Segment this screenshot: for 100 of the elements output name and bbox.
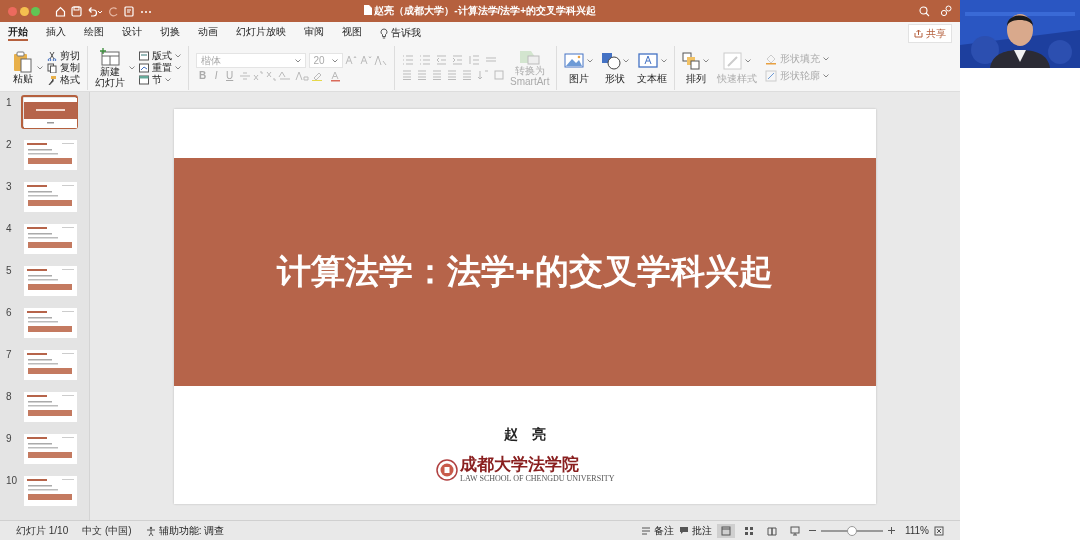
ribbon-button[interactable]: 剪切 (47, 49, 80, 62)
book-icon (766, 525, 777, 536)
dropdown-icon (37, 65, 43, 70)
slide-number: 8 (6, 390, 13, 404)
dropdown-icon (702, 58, 709, 63)
numbering-icon (419, 55, 431, 65)
print-preview-icon[interactable] (124, 5, 135, 17)
undo-icon[interactable] (87, 5, 103, 17)
slide-number: 5 (6, 264, 13, 278)
dropdown-icon (822, 57, 829, 61)
zoom-in-icon[interactable] (887, 527, 895, 534)
ribbon-button[interactable]: 版式 (139, 49, 181, 62)
ribbon-tab[interactable]: 切换 (160, 25, 180, 41)
columns-icon (485, 55, 497, 65)
ribbon-tab[interactable]: 动画 (198, 25, 218, 41)
slide-thumbnail[interactable] (21, 305, 78, 339)
notes-button[interactable]: 备注 (640, 524, 674, 537)
ribbon-tab[interactable]: 设计 (122, 25, 142, 41)
slide-thumbnail[interactable] (21, 473, 78, 507)
ribbon-button[interactable]: 形状 (600, 51, 630, 84)
text-direction-icon (477, 70, 489, 80)
home-icon[interactable] (55, 5, 66, 17)
arrange-icon (682, 51, 701, 70)
share-icon (914, 28, 923, 38)
align-right-icon (432, 70, 442, 80)
ribbon-button[interactable]: 文本框 (637, 51, 668, 84)
slide-thumbnail[interactable] (21, 347, 78, 381)
smartart-icon (518, 48, 541, 65)
language-label[interactable]: 中文 (中国) (82, 523, 132, 538)
new-slide-button[interactable]: 新建 幻灯片 (95, 47, 125, 88)
view-button[interactable] (716, 523, 735, 538)
slide-number: 4 (6, 222, 13, 236)
dropdown-icon (175, 65, 181, 70)
ribbon-tab[interactable]: 插入 (46, 25, 66, 41)
arrange-button[interactable]: 排列 (682, 51, 709, 84)
clipboard-icon (13, 51, 33, 73)
ribbon-button[interactable]: 图片 (564, 51, 593, 84)
ribbon-tab[interactable]: 开始 (8, 25, 28, 41)
presentation-icon (789, 525, 800, 536)
scissors-icon (47, 50, 57, 61)
save-icon[interactable] (71, 5, 82, 17)
section-icon (139, 74, 149, 85)
outdent-icon (436, 55, 447, 65)
slide-thumbnail[interactable] (21, 263, 78, 297)
strikethrough-icon (238, 71, 251, 82)
textbox-icon (638, 51, 659, 70)
dropdown-icon (822, 74, 829, 78)
school-subtitle: LAW SCHOOL OF CHENGDU UNIVERSITY (460, 473, 615, 485)
ribbon-tab[interactable]: 视图 (342, 25, 362, 41)
slide-number: 6 (6, 306, 13, 320)
superscript-icon (253, 71, 264, 82)
comments-button[interactable]: 批注 (678, 524, 712, 537)
ribbon-button[interactable]: 格式 (47, 73, 80, 86)
zoom-out-icon[interactable] (808, 527, 816, 534)
slide-thumbnail[interactable] (21, 95, 78, 129)
window-title: 赵亮（成都大学）-计算法学/法学+的交叉学科兴起 (374, 3, 597, 18)
pen-icon (764, 70, 777, 82)
indent-icon (452, 55, 463, 65)
justify-icon (447, 70, 457, 80)
ribbon-tab[interactable]: 绘图 (84, 25, 104, 41)
slide-thumbnail[interactable] (21, 431, 78, 465)
ribbon-button[interactable]: 复制 (47, 61, 80, 74)
new-slide-icon (99, 47, 121, 66)
normal-view-icon (720, 525, 731, 536)
minimize-button[interactable] (19, 6, 29, 16)
slide-thumbnail[interactable] (21, 221, 78, 255)
copy-icon (47, 62, 57, 73)
dropdown-icon (165, 77, 171, 82)
bullets-icon (402, 55, 414, 65)
redo-icon[interactable] (108, 5, 119, 17)
search-icon[interactable] (919, 5, 930, 17)
ribbon-button[interactable]: 节 (139, 73, 181, 86)
fit-window-icon[interactable] (934, 525, 944, 536)
people-icon[interactable] (940, 5, 952, 17)
dropdown-icon (660, 58, 667, 63)
align-text-icon (494, 70, 506, 80)
slide-thumbnail[interactable] (21, 137, 78, 171)
accessibility-button[interactable]: 辅助功能: 调查 (145, 524, 225, 537)
paste-button[interactable]: 粘贴 (13, 51, 33, 84)
slide-number: 2 (6, 138, 13, 152)
ribbon-tab[interactable]: 审阅 (304, 25, 324, 41)
quick-styles-icon (722, 51, 743, 70)
brush-icon (47, 74, 57, 85)
slide-number: 1 (6, 96, 13, 110)
picture-icon (564, 51, 585, 70)
notes-icon (640, 526, 651, 535)
dropdown-icon (745, 58, 752, 63)
seal-icon (435, 458, 458, 481)
distributed-icon (462, 70, 472, 80)
share-button[interactable]: 共享 (908, 23, 952, 43)
slide-thumbnail[interactable] (21, 179, 78, 213)
slide-number: 9 (6, 432, 13, 446)
tell-me-button[interactable]: 告诉我 (380, 27, 421, 39)
slide-number: 10 (6, 474, 19, 488)
ribbon-button[interactable]: 重置 (139, 61, 181, 74)
accessibility-icon (145, 525, 156, 536)
slide-thumbnail[interactable] (21, 389, 78, 423)
document-icon (363, 5, 372, 16)
zoom-slider[interactable] (846, 525, 857, 536)
ribbon-tab[interactable]: 幻灯片放映 (236, 25, 286, 41)
